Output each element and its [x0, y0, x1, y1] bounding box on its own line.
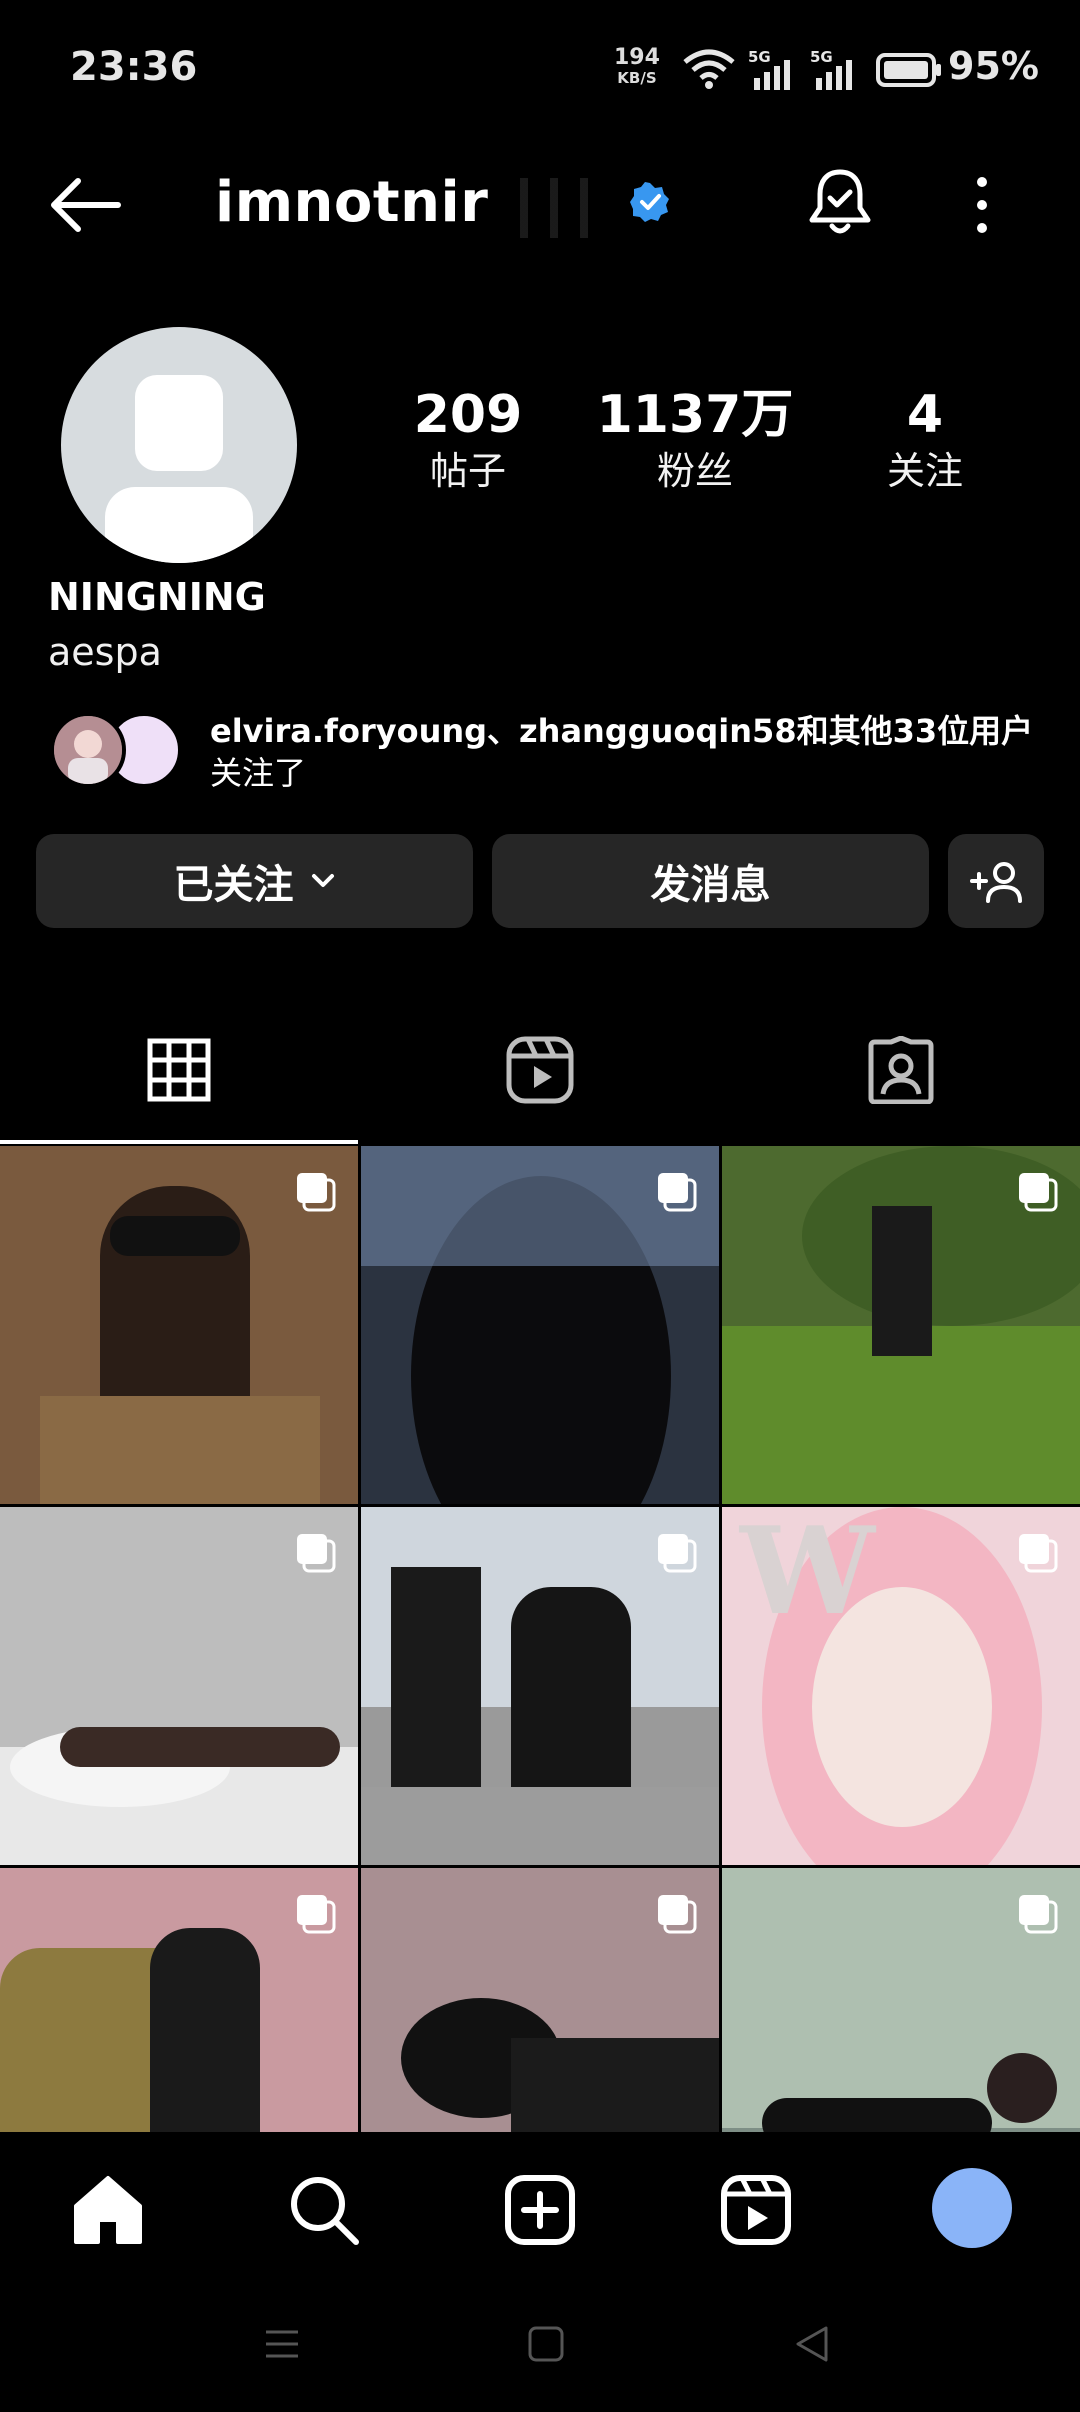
- network-speed-value: 194: [614, 45, 660, 70]
- chevron-down-icon: [311, 874, 334, 887]
- profile-avatar[interactable]: [61, 327, 297, 563]
- menu-lines-icon[interactable]: [262, 2326, 302, 2362]
- tagged-person-icon: [868, 1036, 934, 1104]
- display-name: NINGNING: [48, 575, 266, 619]
- default-avatar-silhouette: [105, 375, 253, 563]
- multi-photo-icon: [1019, 1895, 1058, 1934]
- post-thumbnail[interactable]: [361, 1507, 719, 1865]
- post-thumbnail[interactable]: [722, 1868, 1080, 2132]
- tab-tagged[interactable]: [722, 1000, 1080, 1140]
- stat-posts-label: 帖子: [429, 449, 506, 493]
- stat-followers-label: 粉丝: [656, 449, 733, 493]
- battery-icon: [876, 53, 941, 87]
- stat-following-label: 关注: [886, 449, 963, 493]
- network-speed: 194 KB/S: [614, 45, 660, 88]
- followed-by-others: 和其他33位用户: [796, 712, 1034, 750]
- cell-signal-icon: [816, 60, 852, 90]
- following-label: 已关注: [173, 862, 294, 908]
- followed-by-suffix: 关注了: [210, 754, 307, 792]
- post-thumbnail[interactable]: W: [722, 1507, 1080, 1865]
- signal-2: 5G: [810, 48, 860, 90]
- message-label: 发消息: [650, 862, 771, 908]
- back-triangle-icon[interactable]: [792, 2324, 832, 2364]
- status-time: 23:36: [70, 44, 198, 90]
- signal-1: 5G: [748, 48, 798, 90]
- status-bar: 23:36 194 KB/S 5G 5G 95%: [0, 0, 1080, 140]
- search-icon[interactable]: [284, 2170, 364, 2250]
- stat-posts-count: 209: [413, 385, 523, 445]
- bio-text: aespa: [48, 630, 162, 674]
- post-thumbnail[interactable]: [722, 1146, 1080, 1504]
- stat-posts[interactable]: 209 帖子: [368, 385, 568, 497]
- multi-photo-icon: [1019, 1173, 1058, 1212]
- more-vertical-icon[interactable]: [962, 170, 1002, 240]
- multi-photo-icon: [658, 1173, 697, 1212]
- tab-reels[interactable]: [361, 1000, 719, 1140]
- followed-by-users: elvira.foryoung、zhangguoqin58: [210, 712, 797, 750]
- battery-percent: 95%: [948, 44, 1039, 88]
- create-icon[interactable]: [500, 2170, 580, 2250]
- notification-bell-icon[interactable]: [804, 166, 876, 238]
- home-icon[interactable]: [68, 2170, 148, 2250]
- multi-photo-icon: [297, 1534, 336, 1573]
- post-thumbnail[interactable]: [361, 1146, 719, 1504]
- post-thumbnail[interactable]: [0, 1146, 358, 1504]
- multi-photo-icon: [658, 1534, 697, 1573]
- active-tab-indicator: [0, 1140, 358, 1144]
- post-thumbnail[interactable]: [0, 1868, 358, 2132]
- profile-avatar-nav[interactable]: [932, 2168, 1012, 2248]
- username-obscured: [506, 178, 606, 238]
- message-button[interactable]: 发消息: [492, 834, 929, 928]
- stat-followers[interactable]: 1137万 粉丝: [595, 385, 795, 497]
- multi-photo-icon: [658, 1895, 697, 1934]
- stat-following-count: 4: [906, 385, 944, 445]
- profile-username: imnotnir: [215, 170, 489, 235]
- mutual-avatar-1: [50, 712, 126, 788]
- add-friend-button[interactable]: [948, 834, 1044, 928]
- network-speed-unit: KB/S: [617, 69, 657, 87]
- stat-following[interactable]: 4 关注: [825, 385, 1025, 497]
- cell-signal-icon: [754, 60, 790, 90]
- multi-photo-icon: [297, 1173, 336, 1212]
- mutual-avatar-image: [54, 716, 122, 784]
- post-thumbnail[interactable]: [0, 1507, 358, 1865]
- reels-nav-icon[interactable]: [716, 2170, 796, 2250]
- system-nav-bar: [0, 2282, 1080, 2412]
- home-square-icon[interactable]: [526, 2324, 566, 2364]
- add-person-icon: [970, 862, 1022, 903]
- post-thumbnail[interactable]: [361, 1868, 719, 2132]
- multi-photo-icon: [1019, 1534, 1058, 1573]
- stat-followers-count: 1137万: [596, 385, 794, 445]
- magazine-watermark: W: [740, 1507, 875, 1642]
- grid-icon: [147, 1038, 211, 1102]
- multi-photo-icon: [297, 1895, 336, 1934]
- verified-badge-icon: [630, 182, 669, 222]
- followed-by-text[interactable]: elvira.foryoung、zhangguoqin58和其他33位用户 关注…: [210, 710, 1040, 794]
- wifi-icon: [683, 49, 735, 89]
- following-button[interactable]: 已关注: [36, 834, 473, 928]
- tab-posts-grid[interactable]: [0, 1000, 358, 1140]
- back-arrow-icon[interactable]: [46, 170, 126, 240]
- reels-icon: [506, 1036, 574, 1104]
